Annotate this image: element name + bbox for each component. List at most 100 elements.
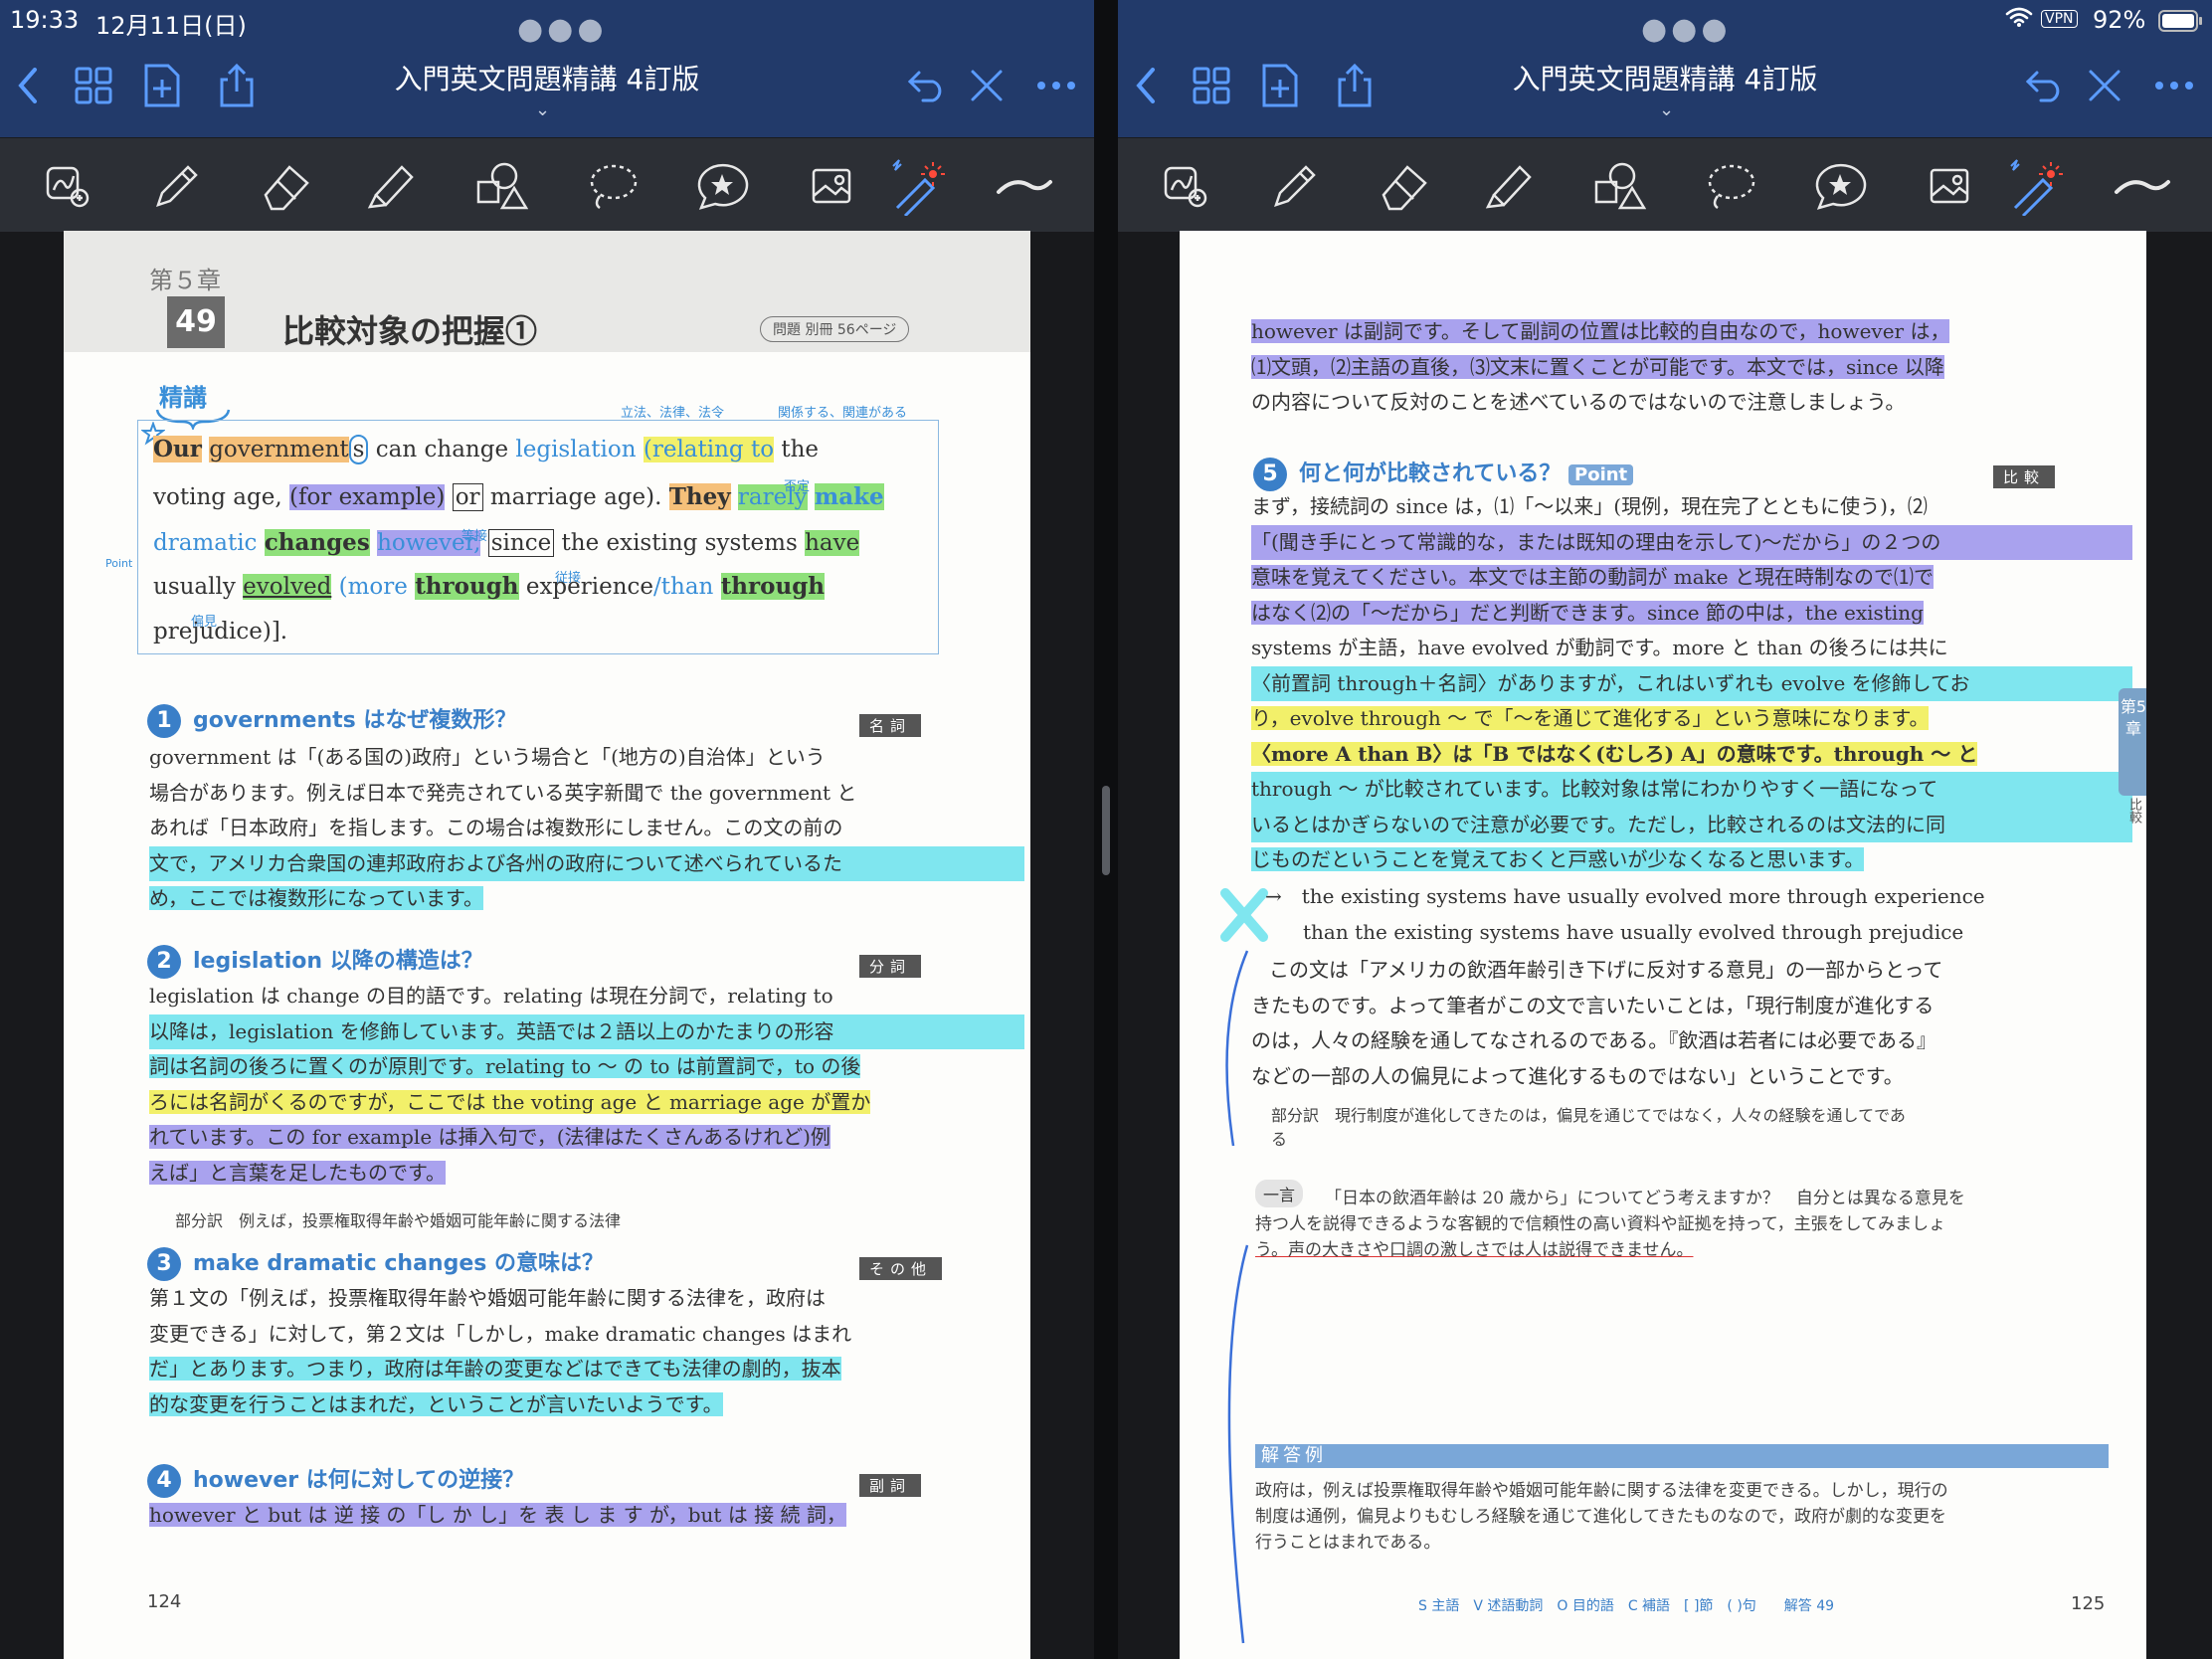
q5-line: through ～ が比較されています。比較対象は常にわかりやすく一語になって — [1251, 772, 2132, 808]
highlighter-tool[interactable] — [362, 156, 422, 216]
zoom-window-tool[interactable] — [38, 156, 97, 216]
pen-tool[interactable] — [1263, 156, 1323, 216]
more-button[interactable] — [2146, 58, 2202, 113]
word-usually: usually — [153, 574, 236, 600]
comparison-example: → the existing systems have usually evol… — [1251, 879, 2132, 950]
elements-tool[interactable] — [692, 156, 752, 216]
laser-pointer-icon — [892, 159, 945, 216]
back-button[interactable] — [1118, 58, 1174, 113]
answer-line: 行うことはまれである。 — [1255, 1533, 1441, 1553]
word-than: /than — [653, 574, 714, 600]
laser-pointer-tool[interactable] — [2003, 156, 2063, 216]
word-marriage-age: marriage age). — [489, 484, 662, 510]
hitokoto-text: 「日本の飲酒年齢は 20 歳から」についてどう考えますか？ 自分とは異なる意見を… — [1255, 1186, 2146, 1263]
multitask-dots-icon[interactable]: ●●● — [517, 12, 608, 47]
lasso-tool[interactable] — [583, 156, 643, 216]
undo-icon — [2025, 71, 2060, 102]
answer-header: 解答例 — [1255, 1444, 2109, 1468]
hide-toolbar-button[interactable] — [2077, 58, 2132, 113]
explanation-line: のは，人々の経験を通してなされるのである。『飲酒は若者には必要である』 — [1251, 1028, 1936, 1052]
q5-line: り，evolve through ～ で「～を通じて進化する」という意味になりま… — [1251, 706, 1930, 730]
divider-handle[interactable] — [1102, 786, 1110, 875]
document-title[interactable]: 入門英文問題精講 4訂版 — [1317, 58, 2013, 97]
eraser-tool[interactable] — [257, 156, 316, 216]
stroke-width-tool[interactable] — [995, 156, 1054, 216]
thumbnails-button[interactable] — [66, 58, 121, 113]
nav-bar: 19:33 12月11日(日) ●●● 入門英文問題精講 4訂版 ⌄ — [0, 0, 1094, 137]
question-1-tag: 名詞 — [859, 714, 922, 737]
zoom-window-icon — [1164, 166, 1207, 208]
add-page-button[interactable] — [1251, 58, 1307, 113]
q5-line: じものだということを覚えておくと戸惑いが少なくなると思います。 — [1251, 847, 1865, 871]
document-title[interactable]: 入門英文問題精講 4訂版 — [199, 58, 895, 97]
chapter-label: 第５章 — [149, 267, 221, 294]
image-tool[interactable] — [802, 156, 861, 216]
annotation-relating: 関係する、関連がある — [778, 406, 908, 421]
question-4-tag: 副詞 — [859, 1474, 922, 1497]
explanation-line: この文は「アメリカの飲酒年齢引き下げに反対する意見」の一部からとって — [1269, 958, 1943, 982]
annotation-negation: 否定 — [784, 479, 811, 494]
stroke-width-tool[interactable] — [2113, 156, 2172, 216]
q2-line: 以降は，legislation を修飾しています。英語では２語以上のかたまりの形… — [149, 1014, 1024, 1049]
however-line: ⑴文頭，⑵主語の直後，⑶文末に置くことが可能です。本文では，since 以降 — [1251, 354, 1944, 379]
explanation-text: この文は「アメリカの飲酒年齢引き下げに反対する意見」の一部からとって きたもので… — [1251, 953, 2132, 1094]
q5-line: はなく⑵の「～だから」だと判断できます。since 節の中は，the exist… — [1251, 600, 1924, 625]
q3-line: 的な変更を行うことはまれだ，ということが言いたいようです。 — [149, 1391, 723, 1416]
question-1-text: government は「(ある国の)政府」という場合と「(地方の)自治体」とい… — [149, 740, 1024, 917]
chevron-down-icon[interactable]: ⌄ — [535, 99, 550, 120]
undo-button[interactable] — [899, 58, 955, 113]
word-dramatic: dramatic — [153, 530, 258, 556]
question-3-text: 第１文の「例えば，投票権取得年齢や婚姻可能年齢に関する法律を，政府は 変更できる… — [149, 1281, 1024, 1422]
question-4-title: however は何に対しての逆接？ — [193, 1468, 525, 1493]
word-legislation: legislation — [515, 437, 637, 462]
highlighter-tool[interactable] — [1480, 156, 1540, 216]
section-number: 49 — [167, 296, 225, 348]
word-more: (more — [338, 574, 408, 600]
pen-tool[interactable] — [145, 156, 205, 216]
add-page-button[interactable] — [133, 58, 189, 113]
zoom-window-tool[interactable] — [1156, 156, 1215, 216]
however-line: however は副詞です。そして副詞の位置は比較的自由なので，however … — [1251, 319, 1950, 343]
chevron-down-icon[interactable]: ⌄ — [1659, 99, 1674, 120]
pen-toolbar — [1118, 137, 2212, 232]
word-since: since — [487, 529, 555, 557]
page-124: 第５章 49 比較対象の把握① 問題 別冊 56ページ 精講 立法、法律、法令 … — [64, 231, 1030, 1659]
hitokoto-line: う。声の大きさや口調の激しさでは人は説得できません。 — [1255, 1240, 1694, 1260]
vpn-badge: VPN — [2041, 10, 2078, 28]
english-line-1: Our government s can change legislation (… — [153, 435, 819, 464]
question-number-3: 3 — [147, 1247, 181, 1281]
question-2-tag: 分詞 — [859, 955, 922, 978]
right-pane: ●●● VPN 92% 入門英文問題精講 4訂版 ⌄ however は副詞です… — [1118, 0, 2212, 1659]
stroke-icon — [2115, 180, 2170, 194]
undo-button[interactable] — [2017, 58, 2073, 113]
question-5-title: 何と何が比較されている？ — [1299, 461, 1562, 486]
lasso-icon — [1708, 164, 1755, 210]
shapes-tool[interactable] — [471, 156, 531, 216]
word-can-change: can change — [375, 437, 509, 462]
word-voting-age: voting age, — [153, 484, 282, 510]
word-or: or — [452, 483, 483, 511]
status-time: 19:33 — [10, 6, 80, 34]
elements-tool[interactable] — [1810, 156, 1870, 216]
side-tab-sublabel: 比較 — [2126, 798, 2141, 824]
word-existing-systems: the existing systems — [561, 530, 798, 556]
point-badge: Point — [1568, 464, 1634, 485]
laser-pointer-tool[interactable] — [885, 156, 945, 216]
thumbnails-button[interactable] — [1184, 58, 1239, 113]
back-button[interactable] — [0, 58, 56, 113]
multitask-dots-icon[interactable]: ●●● — [1641, 12, 1732, 47]
eraser-tool[interactable] — [1375, 156, 1434, 216]
hide-toolbar-button[interactable] — [959, 58, 1014, 113]
word-s-circled: s — [348, 435, 369, 464]
shapes-tool[interactable] — [1589, 156, 1649, 216]
pen-toolbar — [0, 137, 1094, 232]
pencil-off-icon — [2089, 70, 2120, 101]
split-view-divider[interactable] — [1094, 0, 1118, 1659]
image-tool[interactable] — [1920, 156, 1979, 216]
lasso-tool[interactable] — [1701, 156, 1760, 216]
question-3-heading: 3 make dramatic changes の意味は？ — [147, 1245, 604, 1281]
more-button[interactable] — [1028, 58, 1084, 113]
shapes-icon — [1594, 162, 1646, 210]
english-line-2: voting age, (for example) or marriage ag… — [153, 483, 884, 511]
image-icon — [1930, 168, 1969, 204]
